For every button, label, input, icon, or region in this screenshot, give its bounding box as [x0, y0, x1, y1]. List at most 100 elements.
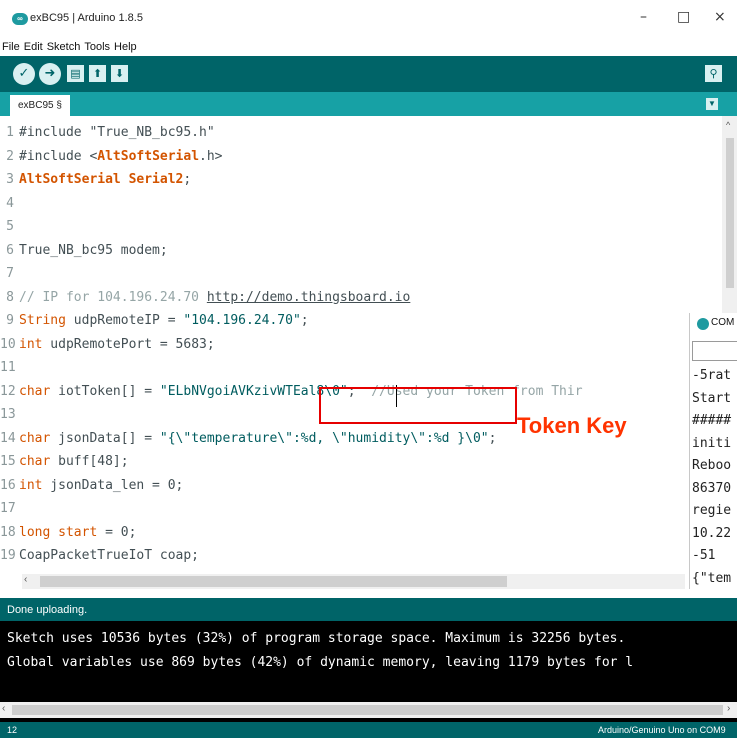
menu-edit[interactable]: Edit [24, 38, 43, 56]
open-button[interactable]: ⬆ [89, 65, 106, 82]
code-line: 17 [0, 497, 19, 520]
line-number: 6 [6, 242, 14, 258]
arrow-up-icon: ⬆ [92, 67, 103, 80]
maximize-icon[interactable]: □ [677, 9, 690, 25]
serial-monitor-title: COM [711, 317, 735, 328]
code-token: long [19, 524, 51, 540]
magnifier-icon: ⚲ [709, 67, 718, 80]
code-token: char [19, 383, 51, 399]
tab-exbc95[interactable]: exBC95 § [10, 95, 70, 116]
title-bar: ∞ exBC95 | Arduino 1.8.5 – □ × [0, 0, 737, 38]
line-number: 9 [6, 313, 14, 328]
code-line: 2 #include <AltSoftSerial.h> [0, 145, 223, 168]
serial-line: -5rat [692, 368, 732, 383]
line-number: 10 [0, 336, 16, 352]
serial-line: {"tem [692, 570, 732, 586]
arduino-logo-icon [697, 318, 709, 330]
new-button[interactable]: ▤ [67, 65, 84, 82]
line-number: 3 [6, 172, 14, 187]
board-port-label: Arduino/Genuino Uno on COM9 [598, 725, 726, 735]
code-token: #include "True_NB_bc95.h" [19, 125, 215, 140]
status-message: Done uploading. [7, 604, 88, 616]
menu-sketch[interactable]: Sketch [47, 38, 81, 56]
code-line: 3 AltSoftSerial Serial2; [0, 168, 191, 191]
window-title: exBC95 | Arduino 1.8.5 [30, 12, 143, 24]
serial-line: regie [692, 503, 732, 518]
code-line: 1 #include "True_NB_bc95.h" [0, 121, 215, 144]
scroll-right-icon[interactable]: › [727, 703, 730, 714]
line-number: 15 [0, 454, 16, 469]
code-token: #include < [19, 148, 98, 164]
code-line: 8 // IP for 104.196.24.70 http://demo.thi… [0, 286, 410, 309]
serial-line: 86370 [692, 480, 732, 496]
code-token: jsonData_len = 0; [42, 477, 184, 493]
code-token: CoapPacketTrueIoT coap; [19, 548, 200, 563]
code-token: http://demo.thingsboard.io [206, 289, 411, 305]
code-line: 14 char jsonData[] = "{\"temperature\":%d… [0, 427, 496, 450]
code-line: 18 long start = 0; [0, 521, 136, 544]
line-number: 5 [6, 219, 14, 234]
token-highlight-box [319, 387, 517, 424]
menu-tools[interactable]: Tools [84, 38, 110, 56]
save-button[interactable]: ⬇ [111, 65, 128, 82]
arrow-right-icon: ➜ [44, 66, 56, 81]
code-token: AltSoftSerial [97, 148, 200, 164]
close-icon[interactable]: × [714, 9, 726, 25]
line-number: 11 [0, 360, 16, 375]
serial-line: Reboo [692, 458, 732, 473]
console-horizontal-scroll-thumb[interactable] [12, 705, 723, 715]
code-token: True_NB_bc95 modem; [19, 242, 168, 258]
token-key-label: Token Key [517, 413, 627, 438]
line-number: 17 [0, 501, 16, 516]
toolbar: ✓ ➜ ▤ ⬆ ⬇ ⚲ [0, 56, 737, 92]
code-line: 9 String udpRemoteIP = "104.196.24.70"; [0, 309, 308, 332]
scroll-left-icon[interactable]: ‹ [2, 703, 5, 714]
code-token: .h> [199, 148, 223, 164]
serial-input-field[interactable] [692, 341, 737, 361]
line-number: 16 [0, 477, 16, 493]
code-token: int [19, 336, 43, 352]
code-token: ; [183, 172, 192, 187]
arduino-logo-icon: ∞ [12, 13, 28, 25]
code-token: char [19, 430, 51, 446]
scroll-left-icon[interactable]: ‹ [24, 574, 27, 585]
upload-button[interactable]: ➜ [39, 63, 61, 85]
menu-help[interactable]: Help [114, 38, 137, 56]
serial-monitor-button[interactable]: ⚲ [705, 65, 722, 82]
code-line: 15 char buff[48]; [0, 450, 129, 473]
editor-vertical-scroll-thumb[interactable] [726, 138, 734, 288]
code-token: ; [488, 430, 497, 446]
code-line: 19 CoapPacketTrueIoT coap; [0, 544, 199, 567]
line-number: 12 [0, 383, 16, 399]
code-token: String [19, 313, 66, 328]
code-token: "{\"temperature\":%d, \"humidity\":%d }\… [159, 430, 489, 446]
minimize-icon[interactable]: – [640, 9, 647, 25]
tab-menu-icon[interactable]: ▼ [706, 98, 718, 110]
line-number: 18 [0, 524, 16, 540]
line-number: 13 [0, 407, 16, 422]
line-number: 2 [6, 148, 14, 164]
code-token: // IP for 104.196.24.70 [19, 289, 207, 305]
line-number: 1 [6, 125, 14, 140]
line-number: 8 [6, 289, 14, 305]
console-line: Global variables use 869 bytes (42%) of … [7, 655, 634, 670]
code-token: buff[48]; [50, 454, 129, 469]
code-line: 6 True_NB_bc95 modem; [0, 239, 168, 262]
console-line: Sketch uses 10536 bytes (32%) of program… [7, 631, 626, 646]
status-bar [0, 598, 737, 621]
code-token: jsonData[] = [50, 430, 160, 446]
verify-button[interactable]: ✓ [13, 63, 35, 85]
code-token: int [19, 477, 43, 493]
line-number: 7 [6, 266, 14, 281]
code-token: char [19, 454, 51, 469]
serial-line: initi [692, 435, 732, 451]
code-line: 10 int udpRemotePort = 5683; [0, 333, 215, 356]
code-line: 5 [0, 215, 19, 238]
editor-horizontal-scroll-thumb[interactable] [40, 576, 507, 587]
code-token: "104.196.24.70" [183, 313, 301, 328]
menu-file[interactable]: File [2, 38, 20, 56]
arrow-down-icon: ⬇ [114, 67, 125, 80]
serial-line: -51 [692, 548, 716, 563]
scroll-up-icon[interactable]: ^ [726, 120, 730, 130]
